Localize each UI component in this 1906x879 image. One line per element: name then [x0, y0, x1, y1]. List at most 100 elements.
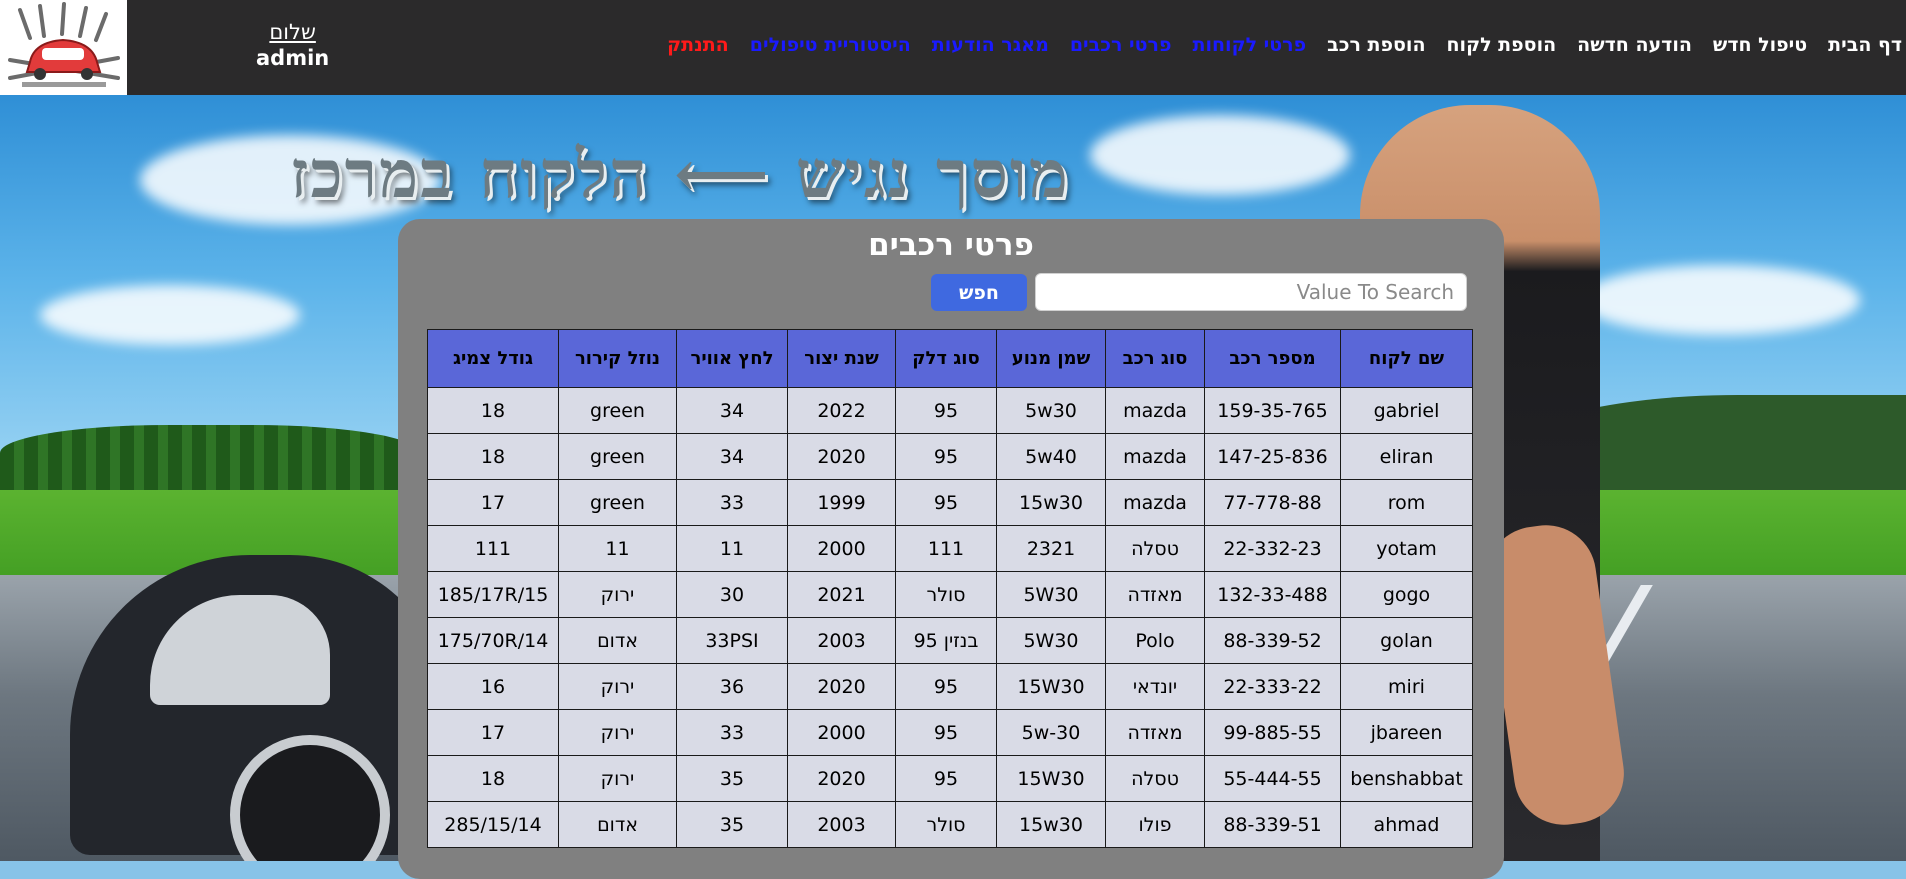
column-header: מספר רכב: [1204, 329, 1341, 388]
table-row[interactable]: gogo 132-33-488 מאזדה 5W30 סולר 2021 30 ירוק 185…: [427, 571, 1473, 618]
table-cell: mazda: [1105, 387, 1205, 434]
main-nav: דף הבית טיפול חדש הודעה חדשה הוספת לקוח הוספ…: [646, 34, 1902, 56]
table-cell: yotam: [1340, 525, 1473, 572]
table-cell: 35: [676, 801, 788, 848]
table-cell: 5w40: [996, 433, 1106, 480]
table-cell: 2020: [787, 663, 896, 710]
table-cell: סולר: [895, 571, 997, 618]
table-cell: 2022: [787, 387, 896, 434]
table-cell: 111: [895, 525, 997, 572]
garage-logo[interactable]: [0, 0, 127, 95]
table-row[interactable]: golan 88-339-52 Polo 5W30 בנזין 95 2003 33PSI א…: [427, 617, 1473, 664]
table-row[interactable]: miri 22-333-22 יונדאי 15W30 95 2020 36 ירוק 16: [427, 663, 1473, 710]
nav-link-9[interactable]: התנתק: [667, 34, 729, 56]
table-cell: 15W30: [996, 755, 1106, 802]
search-input[interactable]: [1035, 273, 1467, 311]
table-cell: אדום: [558, 617, 677, 664]
table-cell: 88-339-51: [1204, 801, 1341, 848]
nav-link-2[interactable]: הודעה חדשה: [1577, 34, 1692, 56]
table-cell: ירוק: [558, 755, 677, 802]
table-cell: מאזדה: [1105, 709, 1205, 756]
table-cell: 55-444-55: [1204, 755, 1341, 802]
table-row[interactable]: eliran 147-25-836 mazda 5w40 95 2020 34 green 18: [427, 433, 1473, 480]
table-cell: 35: [676, 755, 788, 802]
nav-link-5[interactable]: פרטי לקוחות: [1193, 34, 1307, 56]
vehicles-table: שם לקוח מספר רכב סוג רכב שמן מנוע סוג דלק שנת…: [427, 329, 1473, 848]
nav-link-3[interactable]: הוספת לקוח: [1447, 34, 1557, 56]
table-cell: 2000: [787, 709, 896, 756]
table-cell: טסלה: [1105, 525, 1205, 572]
table-cell: jbareen: [1340, 709, 1473, 756]
column-header: שנת יצור: [787, 329, 896, 388]
search-button[interactable]: חפש: [931, 274, 1027, 311]
table-cell: 11: [558, 525, 677, 572]
nav-link-4[interactable]: הוספת רכב: [1327, 34, 1425, 56]
table-cell: 159-35-765: [1204, 387, 1341, 434]
panel-title: פרטי רכבים: [868, 227, 1034, 263]
table-cell: 175/70R/14: [427, 617, 559, 664]
table-cell: 95: [895, 709, 997, 756]
table-cell: 77-778-88: [1204, 479, 1341, 526]
column-header: סוג רכב: [1105, 329, 1205, 388]
vehicles-panel: פרטי רכבים חפש שם לקוחמספר רכבסוג רכבשמן…: [398, 219, 1504, 879]
column-header: נוזל קירור: [558, 329, 677, 388]
table-cell: 11: [676, 525, 788, 572]
table-cell: 33: [676, 479, 788, 526]
table-cell: 88-339-52: [1204, 617, 1341, 664]
table-cell: 2020: [787, 433, 896, 480]
table-cell: אדום: [558, 801, 677, 848]
column-header: גודל צמיג: [427, 329, 559, 388]
nav-link-7[interactable]: מאגר הודעות: [932, 34, 1049, 56]
table-cell: eliran: [1340, 433, 1473, 480]
table-cell: ירוק: [558, 663, 677, 710]
table-row[interactable]: yotam 22-332-23 טסלה 2321 111 2000 11 11 111: [427, 525, 1473, 572]
table-header-row: שם לקוח מספר רכב סוג רכב שמן מנוע סוג דלק שנת…: [427, 329, 1473, 388]
table-cell: 95: [895, 433, 997, 480]
table-cell: 5W30: [996, 617, 1106, 664]
table-cell: פולו: [1105, 801, 1205, 848]
table-cell: gogo: [1340, 571, 1473, 618]
table-cell: 2321: [996, 525, 1106, 572]
table-row[interactable]: rom 77-778-88 mazda 15w30 95 1999 33 green 17: [427, 479, 1473, 526]
table-cell: benshabbat: [1340, 755, 1473, 802]
greeting-hello[interactable]: שלום: [256, 20, 329, 44]
column-header: לחץ אוויר: [676, 329, 788, 388]
table-cell: rom: [1340, 479, 1473, 526]
table-cell: 17: [427, 709, 559, 756]
table-row[interactable]: ahmad 88-339-51 פולו 15w30 סולר 2003 35 אדום 285…: [427, 801, 1473, 848]
table-cell: 2020: [787, 755, 896, 802]
greeting-username: admin: [256, 46, 330, 70]
table-row[interactable]: jbareen 99-885-55 מאזדה 5w-30 95 2000 33 ירוק 17: [427, 709, 1473, 756]
nav-link-6[interactable]: פרטי רכבים: [1070, 34, 1172, 56]
table-row[interactable]: benshabbat 55-444-55 טסלה 15W30 95 2020 35 ירוק…: [427, 755, 1473, 802]
table-cell: מאזדה: [1105, 571, 1205, 618]
table-cell: 22-332-23: [1204, 525, 1341, 572]
table-cell: ירוק: [558, 571, 677, 618]
table-body: gabriel 159-35-765 mazda 5w30 95 2022 34 green 1…: [427, 387, 1473, 848]
table-cell: 95: [895, 663, 997, 710]
table-cell: טסלה: [1105, 755, 1205, 802]
table-cell: 5W30: [996, 571, 1106, 618]
table-cell: gabriel: [1340, 387, 1473, 434]
table-cell: 285/15/14: [427, 801, 559, 848]
table-cell: 33: [676, 709, 788, 756]
table-cell: green: [558, 387, 677, 434]
column-header: שם לקוח: [1340, 329, 1473, 388]
column-header: שמן מנוע: [996, 329, 1106, 388]
logo-icon: [0, 0, 127, 95]
table-cell: סולר: [895, 801, 997, 848]
table-cell: 18: [427, 755, 559, 802]
column-header: סוג דלק: [895, 329, 997, 388]
table-cell: 111: [427, 525, 559, 572]
table-cell: 33PSI: [676, 617, 788, 664]
nav-link-1[interactable]: טיפול חדש: [1713, 34, 1807, 56]
top-navigation-bar: דף הבית טיפול חדש הודעה חדשה הוספת לקוח הוספ…: [0, 0, 1906, 95]
table-cell: 22-333-22: [1204, 663, 1341, 710]
table-cell: 185/17R/15: [427, 571, 559, 618]
nav-link-0[interactable]: דף הבית: [1828, 34, 1902, 56]
table-cell: יונדאי: [1105, 663, 1205, 710]
table-row[interactable]: gabriel 159-35-765 mazda 5w30 95 2022 34 green 1…: [427, 387, 1473, 434]
nav-link-8[interactable]: היסטוריית טיפולים: [750, 34, 911, 56]
table-cell: 15w30: [996, 479, 1106, 526]
table-cell: 1999: [787, 479, 896, 526]
